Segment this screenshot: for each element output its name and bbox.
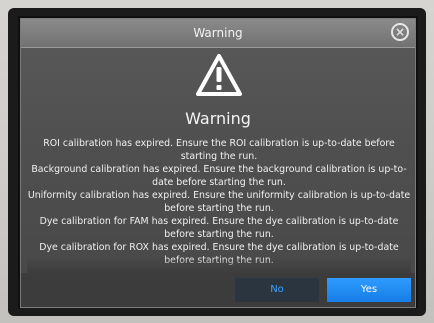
message-roi: ROI calibration has expired. Ensure the …: [43, 138, 395, 162]
message-list: ROI calibration has expired. Ensure the …: [27, 137, 411, 273]
message-uniformity: Uniformity calibration has expired. Ensu…: [27, 190, 411, 214]
no-button[interactable]: No: [235, 278, 319, 302]
dialog-heading: Warning: [185, 109, 251, 128]
message-dye-fam: Dye calibration for FAM has expired. Ens…: [39, 216, 399, 240]
warning-dialog: Warning × Warning ROI calibration has ex…: [20, 18, 416, 308]
close-icon[interactable]: ×: [391, 23, 409, 41]
message-background: Background calibration has expired. Ensu…: [31, 164, 407, 188]
dialog-titlebar: Warning ×: [21, 19, 415, 48]
warning-triangle-icon: [196, 54, 242, 96]
scroll-fade: [27, 257, 411, 273]
dialog-title: Warning: [193, 26, 243, 40]
yes-button[interactable]: Yes: [327, 278, 411, 302]
button-bar: No Yes: [21, 273, 415, 307]
